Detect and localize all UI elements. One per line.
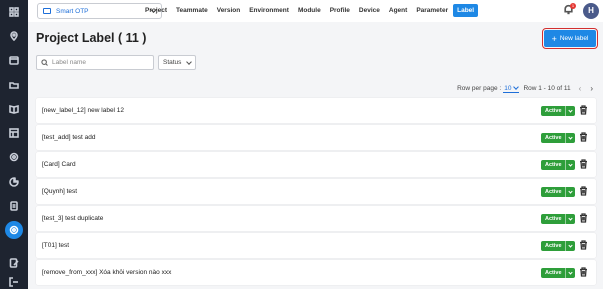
label-name: [Card] Card bbox=[42, 161, 76, 168]
status-dropdown[interactable]: Active bbox=[541, 241, 575, 251]
label-name: [Quynh] test bbox=[42, 188, 78, 195]
trash-icon[interactable] bbox=[579, 159, 589, 170]
list-item[interactable]: [T01] test Active bbox=[36, 233, 596, 258]
list-item[interactable]: [Quynh] test Active bbox=[36, 179, 596, 204]
status-text: Active bbox=[545, 270, 562, 276]
edit-doc-icon[interactable] bbox=[7, 256, 21, 270]
plus-icon: + bbox=[551, 33, 557, 44]
status-filter-text: Status bbox=[163, 59, 182, 66]
tab-version[interactable]: Version bbox=[213, 4, 244, 17]
status-dropdown[interactable]: Active bbox=[541, 160, 575, 170]
next-page-icon[interactable]: › bbox=[590, 84, 593, 93]
status-dropdown[interactable]: Active bbox=[541, 133, 575, 143]
status-text: Active bbox=[545, 216, 562, 222]
label-settings-icon[interactable] bbox=[5, 221, 23, 239]
label-search-box[interactable] bbox=[36, 55, 154, 70]
new-label-button-text: New label bbox=[559, 35, 589, 42]
rows-per-page-label: Row per page : bbox=[457, 85, 502, 92]
page-title: Project Label ( 11 ) bbox=[36, 31, 147, 45]
tab-device[interactable]: Device bbox=[355, 4, 384, 17]
search-icon bbox=[41, 59, 48, 66]
chevron-down-icon bbox=[568, 242, 573, 248]
status-dropdown[interactable]: Active bbox=[541, 214, 575, 224]
chevron-down-icon bbox=[513, 84, 520, 90]
tab-parameter[interactable]: Parameter bbox=[412, 4, 452, 17]
location-pin-icon[interactable] bbox=[7, 29, 21, 43]
trash-icon[interactable] bbox=[579, 213, 589, 224]
trash-icon[interactable] bbox=[579, 186, 589, 197]
label-list: [new_label_12] new label 12 Active [test… bbox=[36, 98, 596, 287]
tab-project[interactable]: Project bbox=[141, 4, 171, 17]
status-text: Active bbox=[545, 243, 562, 249]
rows-per-page-value: 10 bbox=[504, 84, 512, 92]
label-name: [new_label_12] new label 12 bbox=[42, 107, 125, 114]
status-text: Active bbox=[545, 189, 562, 195]
status-dropdown[interactable]: Active bbox=[541, 187, 575, 197]
label-name: [remove_from_xxx] Xóa khỏi version nào x… bbox=[42, 269, 172, 276]
tab-agent[interactable]: Agent bbox=[385, 4, 411, 17]
trash-icon[interactable] bbox=[579, 105, 589, 116]
book-icon[interactable] bbox=[7, 102, 21, 116]
calendar-icon[interactable] bbox=[7, 53, 21, 67]
tab-environment[interactable]: Environment bbox=[245, 4, 293, 17]
notification-count-badge: 1 bbox=[570, 3, 576, 9]
status-text: Active bbox=[545, 162, 562, 168]
label-name: [test_add] test add bbox=[42, 134, 96, 141]
apps-grid-icon[interactable] bbox=[7, 5, 21, 19]
trash-icon[interactable] bbox=[579, 132, 589, 143]
status-text: Active bbox=[545, 135, 562, 141]
label-name: [T01] test bbox=[42, 242, 70, 249]
status-filter-select[interactable]: Status bbox=[158, 55, 196, 70]
list-item[interactable]: [remove_from_xxx] Xóa khỏi version nào x… bbox=[36, 260, 596, 285]
notification-bell-icon[interactable]: 1 bbox=[563, 3, 577, 18]
report-icon[interactable] bbox=[7, 199, 21, 213]
status-dropdown[interactable]: Active bbox=[541, 106, 575, 116]
label-name-input[interactable] bbox=[52, 59, 152, 66]
tab-module[interactable]: Module bbox=[294, 4, 325, 17]
pagination: Row per page : 10 Row 1 - 10 of 11 ‹ › bbox=[457, 84, 593, 93]
status-text: Active bbox=[545, 108, 562, 114]
chevron-down-icon bbox=[568, 269, 573, 275]
logout-icon[interactable] bbox=[7, 275, 21, 289]
chevron-down-icon bbox=[568, 107, 573, 113]
new-label-button[interactable]: + New label bbox=[542, 28, 598, 49]
rows-per-page-select[interactable]: 10 bbox=[503, 84, 520, 93]
project-name: Smart OTP bbox=[56, 7, 89, 15]
list-item[interactable]: [test_3] test duplicate Active bbox=[36, 206, 596, 231]
row-range-text: Row 1 - 10 of 11 bbox=[523, 85, 571, 92]
pie-chart-icon[interactable] bbox=[7, 175, 21, 189]
monitor-icon bbox=[43, 8, 51, 14]
chevron-down-icon bbox=[568, 215, 573, 221]
project-nav-tabs: Project Teammate Version Environment Mod… bbox=[141, 4, 479, 17]
tab-profile[interactable]: Profile bbox=[326, 4, 354, 17]
status-dropdown[interactable]: Active bbox=[541, 268, 575, 278]
chevron-down-icon bbox=[568, 161, 573, 167]
chevron-down-icon bbox=[186, 58, 192, 65]
table-icon[interactable] bbox=[7, 126, 21, 140]
label-name: [test_3] test duplicate bbox=[42, 215, 104, 222]
list-item[interactable]: [new_label_12] new label 12 Active bbox=[36, 98, 596, 123]
folder-icon[interactable] bbox=[7, 78, 21, 92]
trash-icon[interactable] bbox=[579, 267, 589, 278]
user-avatar[interactable]: H bbox=[583, 3, 599, 19]
trash-icon[interactable] bbox=[579, 240, 589, 251]
chevron-down-icon bbox=[568, 134, 573, 140]
tab-teammate[interactable]: Teammate bbox=[172, 4, 212, 17]
tab-label[interactable]: Label bbox=[453, 4, 479, 17]
list-item[interactable]: [Card] Card Active bbox=[36, 152, 596, 177]
chevron-down-icon bbox=[568, 188, 573, 194]
previous-page-icon[interactable]: ‹ bbox=[579, 84, 582, 93]
settings-icon[interactable] bbox=[7, 150, 21, 164]
list-item[interactable]: [test_add] test add Active bbox=[36, 125, 596, 150]
sidebar bbox=[0, 0, 28, 289]
